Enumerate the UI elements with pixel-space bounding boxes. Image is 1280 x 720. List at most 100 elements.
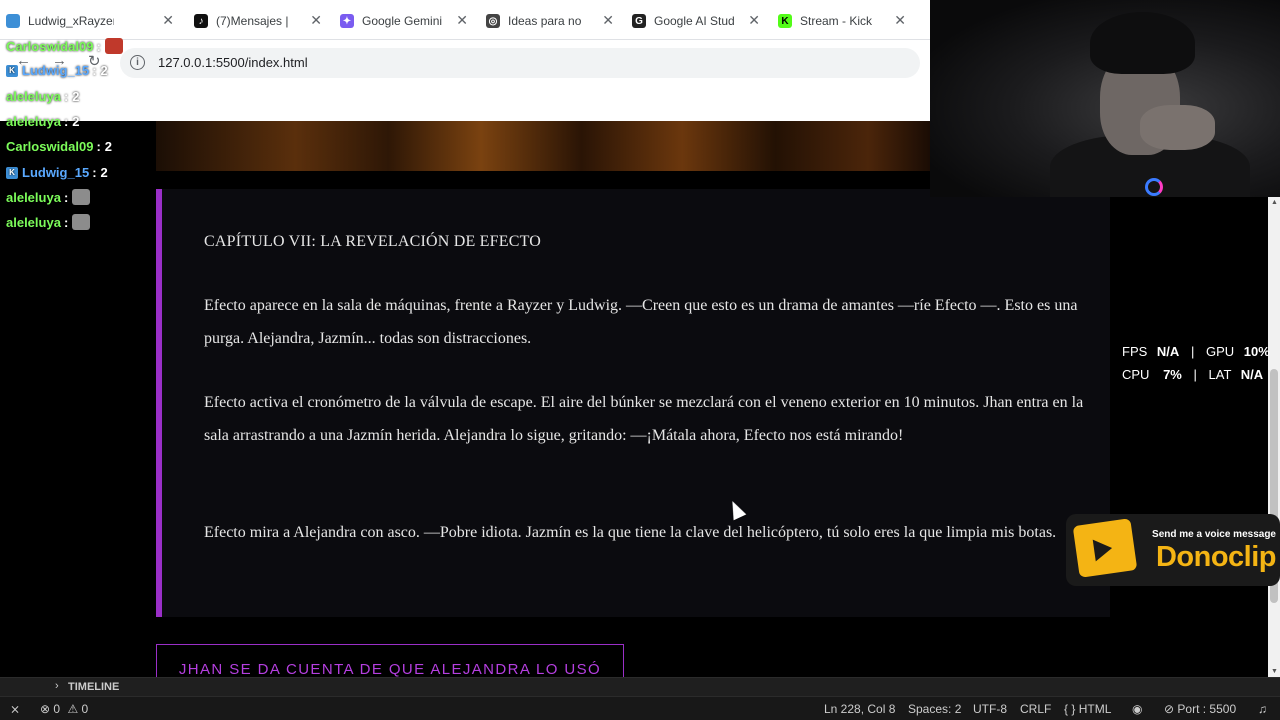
tab-label: (7)Mensajes | — [216, 14, 289, 28]
performance-overlay: FPS N/A | GPU 10% CPU 7% | LAT N/A — [1122, 340, 1270, 386]
cursor-position[interactable]: Ln 228, Col 8 — [824, 702, 895, 716]
scroll-down-icon[interactable]: ▼ — [1271, 668, 1278, 675]
webcam-hand — [1140, 105, 1215, 150]
warning-icon: ⚠ — [67, 702, 79, 716]
warning-count: 0 — [81, 702, 89, 716]
problems-indicator[interactable]: ⊗ 0 ⚠ 0 — [40, 702, 88, 716]
status-bar: ⨯ ⊗ 0 ⚠ 0 Ln 228, Col 8 Spaces: 2 UTF-8 … — [0, 696, 1280, 720]
close-icon[interactable]: ✕ — [456, 12, 468, 29]
chat-message: Carloswidal09 : 2 — [6, 139, 112, 154]
chat-separator: : — [96, 139, 101, 154]
chat-text: 2 — [104, 139, 113, 154]
stats-row: CPU 7% | LAT N/A — [1122, 363, 1270, 386]
port-label: Port : 5500 — [1177, 702, 1237, 716]
gemini-icon: ✦ — [340, 14, 354, 28]
browser-tab[interactable]: K Stream - Kick ✕ — [778, 8, 908, 34]
kick-badge-icon: K — [6, 166, 18, 179]
scroll-up-icon[interactable]: ▲ — [1271, 199, 1278, 206]
chat-username: aleleluya — [6, 89, 61, 104]
clapperboard-icon — [1072, 518, 1138, 578]
chat-separator: : — [63, 214, 69, 230]
chat-separator: : — [92, 165, 97, 180]
chat-username: aleleluya — [6, 114, 61, 129]
braces-icon: { } — [1064, 702, 1076, 716]
chat-username: aleleluya — [6, 189, 61, 205]
line-ending[interactable]: CRLF — [1020, 702, 1051, 716]
error-count: 0 — [53, 702, 61, 716]
stream-chat-overlay: Carloswidal09 : K Ludwig_15 : 2 aleleluy… — [0, 0, 160, 240]
remote-icon[interactable]: ⨯ — [10, 702, 20, 716]
close-icon[interactable]: ✕ — [310, 12, 322, 29]
close-icon[interactable]: ✕ — [748, 12, 760, 29]
cat-emote-icon — [72, 189, 91, 205]
tiktok-icon: ♪ — [194, 14, 208, 28]
kick-badge-icon: K — [6, 64, 18, 77]
chat-message: aleleluya : 2 — [6, 114, 80, 129]
page-scrollbar[interactable]: ▲ ▼ — [1268, 197, 1280, 677]
chat-username: Ludwig_15 — [22, 63, 90, 78]
page-content: CAPÍTULO VII: LA REVELACIÓN DE EFECTO Ef… — [0, 121, 1268, 684]
chapter-title: CAPÍTULO VII: LA REVELACIÓN DE EFECTO — [204, 233, 542, 250]
browser-tab[interactable]: ✦ Google Gemini ✕ — [340, 8, 470, 34]
tab-label: Ideas para no — [508, 14, 582, 28]
stats-divider: | — [1190, 344, 1195, 359]
browser-tab[interactable]: ♪ (7)Mensajes | ✕ — [194, 8, 324, 34]
tab-label: Google Gemini — [362, 14, 443, 28]
broadcast-icon: ⊘ — [1164, 702, 1175, 716]
url-text[interactable]: 127.0.0.1:5500/index.html — [158, 55, 308, 70]
copilot-icon[interactable]: ◉ — [1132, 702, 1142, 716]
story-paragraph: Efecto aparece en la sala de máquinas, f… — [204, 297, 1078, 347]
chat-separator: : — [92, 63, 97, 78]
fps-value: N/A — [1156, 344, 1180, 359]
chat-text: 2 — [100, 63, 108, 78]
gpu-value: 10% — [1243, 344, 1270, 359]
chat-message: aleleluya : — [6, 189, 91, 205]
lat-label: LAT — [1208, 367, 1232, 382]
chat-message: K Ludwig_15 : 2 — [6, 63, 108, 78]
cpu-label: CPU — [1122, 367, 1150, 382]
notifications-icon[interactable]: ♫ — [1258, 702, 1267, 716]
timeline-label: TIMELINE — [68, 681, 120, 693]
story-paragraph: Efecto mira a Alejandra con asco. —Pobre… — [204, 524, 1057, 541]
stats-row: FPS N/A | GPU 10% — [1122, 340, 1270, 363]
live-server-status[interactable]: ⊘ Port : 5500 — [1164, 702, 1236, 716]
donoclip-widget: Send me a voice message Donoclip — [1066, 514, 1280, 586]
chat-username: aleleluya — [6, 214, 61, 230]
donoclip-subtitle: Send me a voice message — [1152, 529, 1276, 540]
encoding[interactable]: UTF-8 — [973, 702, 1007, 716]
cpu-value: 7% — [1163, 367, 1182, 382]
cat-emote-icon — [72, 214, 91, 230]
browser-tab[interactable]: G Google AI Stud ✕ — [632, 8, 762, 34]
chapter-card: CAPÍTULO VII: LA REVELACIÓN DE EFECTO Ef… — [156, 189, 1110, 617]
chat-separator: : — [63, 89, 69, 104]
tab-label: Google AI Stud — [654, 14, 735, 28]
rgb-light-icon — [1145, 178, 1163, 196]
screen: Ludwig_xRayzerC St ✕ ♪ (7)Mensajes | ✕ ✦… — [0, 0, 1280, 720]
chat-text: 2 — [72, 89, 80, 104]
emote-icon — [104, 38, 123, 54]
hero-image — [156, 121, 930, 171]
donoclip-title: Donoclip — [1155, 541, 1277, 573]
chat-text: 2 — [72, 114, 80, 129]
lat-value: N/A — [1240, 367, 1264, 382]
chat-message: Carloswidal09 : — [6, 38, 123, 54]
close-icon[interactable]: ✕ — [602, 12, 614, 29]
chat-username: Ludwig_15 — [22, 165, 90, 180]
chat-message: K Ludwig_15 : 2 — [6, 165, 108, 180]
tab-label: Stream - Kick — [800, 14, 873, 28]
stats-divider: | — [1193, 367, 1197, 382]
language-mode[interactable]: { } HTML — [1064, 702, 1111, 716]
ai-studio-icon: G — [632, 14, 646, 28]
close-icon[interactable]: ✕ — [162, 12, 174, 29]
chat-separator: : — [63, 114, 69, 129]
timeline-panel[interactable]: › TIMELINE — [0, 677, 1280, 696]
browser-tab[interactable]: ◎ Ideas para no ✕ — [486, 8, 616, 34]
error-icon: ⊗ — [40, 702, 51, 716]
chevron-right-icon[interactable]: › — [55, 680, 59, 692]
story-paragraph: Efecto activa el cronómetro de la válvul… — [204, 394, 1084, 444]
close-icon[interactable]: ✕ — [894, 12, 906, 29]
indentation[interactable]: Spaces: 2 — [908, 702, 961, 716]
chat-username: Carloswidal09 — [6, 38, 94, 54]
openai-icon: ◎ — [486, 14, 500, 28]
webcam-overlay — [930, 0, 1280, 197]
